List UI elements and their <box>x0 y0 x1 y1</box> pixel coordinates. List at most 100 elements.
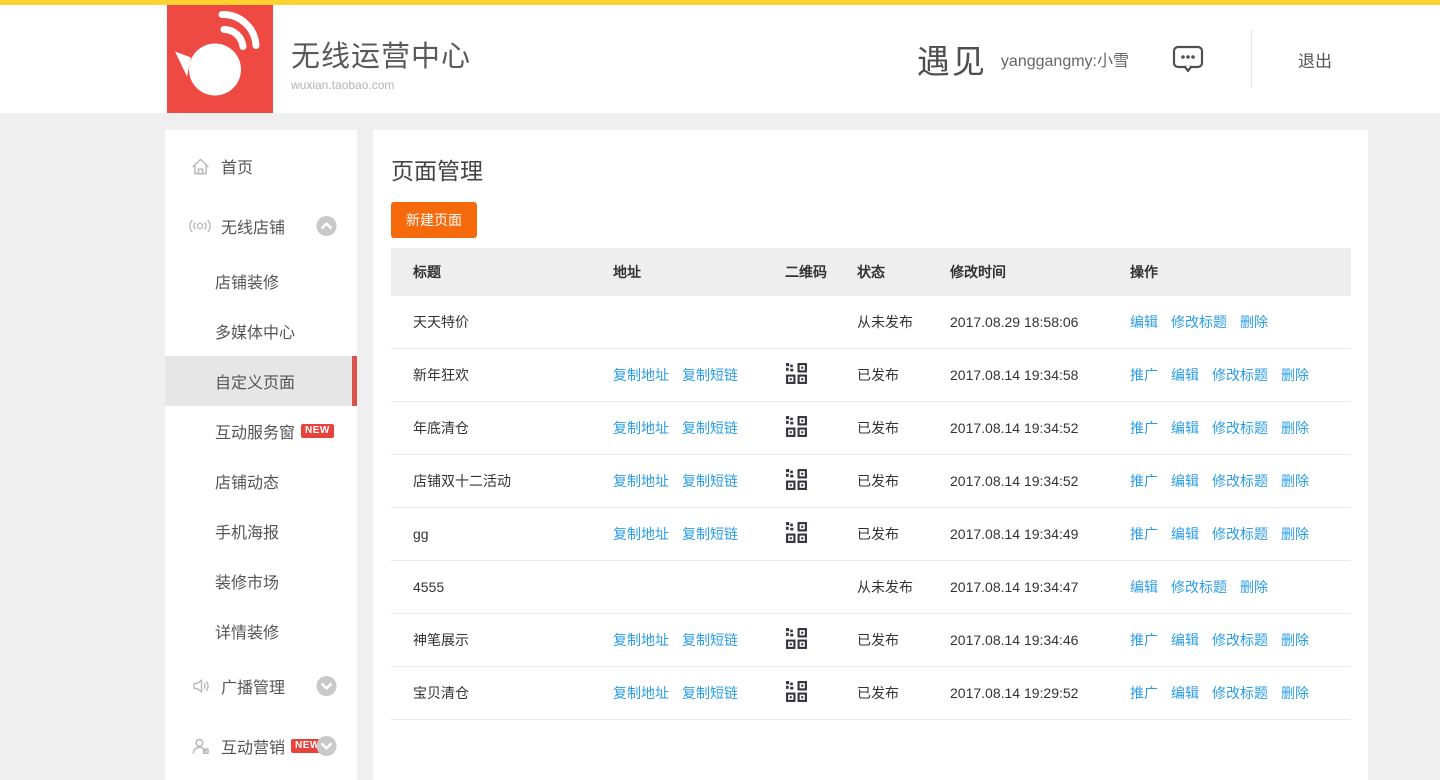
actions-cell: 推广编辑修改标题删除 <box>1130 683 1351 703</box>
copy-address-link[interactable]: 复制地址 <box>613 526 669 542</box>
copy-address-link[interactable]: 复制地址 <box>613 632 669 648</box>
modified-time-cell: 2017.08.14 19:34:52 <box>950 420 1130 436</box>
app-logo[interactable] <box>167 5 273 113</box>
qrcode-cell <box>785 362 857 388</box>
app-header: 无线运营中心 wuxian.taobao.com 遇见 yanggangmy:小… <box>0 5 1440 113</box>
edit-title-link[interactable]: 修改标题 <box>1212 473 1268 489</box>
actions-cell: 编辑修改标题删除 <box>1130 577 1351 597</box>
copy-address-link[interactable]: 复制地址 <box>613 685 669 701</box>
edit-title-link[interactable]: 修改标题 <box>1212 420 1268 436</box>
delete-link[interactable]: 删除 <box>1281 685 1309 701</box>
sidebar-item-media-center[interactable]: 多媒体中心 <box>165 306 357 356</box>
sidebar-item-label: 互动营销 <box>221 734 285 758</box>
edit-link[interactable]: 编辑 <box>1130 314 1158 330</box>
copy-shortlink-link[interactable]: 复制短链 <box>682 420 738 436</box>
user-icon <box>189 735 211 757</box>
modified-time-cell: 2017.08.14 19:29:52 <box>950 685 1130 701</box>
logout-button[interactable]: 退出 <box>1298 47 1332 72</box>
copy-shortlink-link[interactable]: 复制短链 <box>682 526 738 542</box>
column-header-qrcode: 二维码 <box>785 262 857 282</box>
sidebar-item-detail-decorate[interactable]: 详情装修 <box>165 606 357 656</box>
promote-link[interactable]: 推广 <box>1130 526 1158 542</box>
edit-title-link[interactable]: 修改标题 <box>1171 579 1227 595</box>
edit-link[interactable]: 编辑 <box>1171 632 1199 648</box>
edit-link[interactable]: 编辑 <box>1171 367 1199 383</box>
new-page-button[interactable]: 新建页面 <box>391 202 477 238</box>
delete-link[interactable]: 删除 <box>1281 420 1309 436</box>
copy-address-link[interactable]: 复制地址 <box>613 420 669 436</box>
copy-shortlink-link[interactable]: 复制短链 <box>682 473 738 489</box>
sidebar-item-service-window[interactable]: 互动服务窗NEW <box>165 406 357 456</box>
sidebar-item-mobile-poster[interactable]: 手机海报 <box>165 506 357 556</box>
sidebar-item-home[interactable]: 首页 <box>165 136 357 196</box>
page-title-cell: 新年狂欢 <box>391 365 613 385</box>
table-row: 4555从未发布2017.08.14 19:34:47编辑修改标题删除 <box>391 561 1351 614</box>
copy-shortlink-link[interactable]: 复制短链 <box>682 367 738 383</box>
edit-title-link[interactable]: 修改标题 <box>1212 685 1268 701</box>
edit-link[interactable]: 编辑 <box>1171 526 1199 542</box>
address-cell: 复制地址复制短链 <box>613 683 785 703</box>
edit-link[interactable]: 编辑 <box>1171 685 1199 701</box>
copy-shortlink-link[interactable]: 复制短链 <box>682 632 738 648</box>
edit-title-link[interactable]: 修改标题 <box>1212 632 1268 648</box>
edit-link[interactable]: 编辑 <box>1130 579 1158 595</box>
sidebar-item-broadcast-manage[interactable]: 广播管理 <box>165 656 357 716</box>
sidebar-item-shop-news[interactable]: 店铺动态 <box>165 456 357 506</box>
modified-time-cell: 2017.08.14 19:34:46 <box>950 632 1130 648</box>
username: yanggangmy:小雪 <box>1001 47 1129 71</box>
promote-link[interactable]: 推广 <box>1130 685 1158 701</box>
promote-link[interactable]: 推广 <box>1130 420 1158 436</box>
promote-link[interactable]: 推广 <box>1130 632 1158 648</box>
main-panel: 页面管理 新建页面 标题地址二维码状态修改时间操作 天天特价从未发布2017.0… <box>373 130 1368 780</box>
qr-code-icon[interactable] <box>785 362 808 388</box>
sidebar-item-wireless-shop[interactable]: 无线店铺 <box>165 196 357 256</box>
delete-link[interactable]: 删除 <box>1281 473 1309 489</box>
actions-cell: 编辑修改标题删除 <box>1130 312 1351 332</box>
status-cell: 已发布 <box>857 418 950 438</box>
sidebar-item-label: 店铺装修 <box>215 269 279 293</box>
delete-link[interactable]: 删除 <box>1281 367 1309 383</box>
copy-address-link[interactable]: 复制地址 <box>613 473 669 489</box>
chevron-down-icon[interactable] <box>316 676 337 697</box>
delete-link[interactable]: 删除 <box>1281 632 1309 648</box>
table-body: 天天特价从未发布2017.08.29 18:58:06编辑修改标题删除新年狂欢复… <box>391 296 1351 720</box>
modified-time-cell: 2017.08.14 19:34:49 <box>950 526 1130 542</box>
edit-link[interactable]: 编辑 <box>1171 473 1199 489</box>
sidebar-item-custom-pages[interactable]: 自定义页面 <box>165 356 357 406</box>
delete-link[interactable]: 删除 <box>1240 579 1268 595</box>
qr-code-icon[interactable] <box>785 680 808 706</box>
actions-cell: 推广编辑修改标题删除 <box>1130 365 1351 385</box>
page-table: 标题地址二维码状态修改时间操作 天天特价从未发布2017.08.29 18:58… <box>391 248 1351 720</box>
sidebar-item-interactive-marketing[interactable]: 互动营销NEW <box>165 716 357 776</box>
qr-code-icon[interactable] <box>785 521 808 547</box>
qrcode-cell <box>785 627 857 653</box>
sidebar-item-label: 广播管理 <box>221 674 285 698</box>
delete-link[interactable]: 删除 <box>1240 314 1268 330</box>
delete-link[interactable]: 删除 <box>1281 526 1309 542</box>
qr-code-icon[interactable] <box>785 415 808 441</box>
status-cell: 已发布 <box>857 471 950 491</box>
promote-link[interactable]: 推广 <box>1130 473 1158 489</box>
qr-code-icon[interactable] <box>785 627 808 653</box>
sidebar-item-label: 自定义页面 <box>215 369 295 393</box>
qr-code-icon[interactable] <box>785 468 808 494</box>
sidebar-item-shop-decorate[interactable]: 店铺装修 <box>165 256 357 306</box>
status-cell: 已发布 <box>857 683 950 703</box>
edit-title-link[interactable]: 修改标题 <box>1212 526 1268 542</box>
copy-shortlink-link[interactable]: 复制短链 <box>682 685 738 701</box>
chat-bubble-icon[interactable] <box>1171 44 1205 74</box>
copy-address-link[interactable]: 复制地址 <box>613 367 669 383</box>
qrcode-cell <box>785 415 857 441</box>
edit-title-link[interactable]: 修改标题 <box>1171 314 1227 330</box>
home-icon <box>189 155 211 177</box>
sidebar-item-decorate-market[interactable]: 装修市场 <box>165 556 357 606</box>
speech-bubble-wifi-icon <box>167 100 273 117</box>
edit-title-link[interactable]: 修改标题 <box>1212 367 1268 383</box>
edit-link[interactable]: 编辑 <box>1171 420 1199 436</box>
address-cell: 复制地址复制短链 <box>613 471 785 491</box>
chevron-down-icon[interactable] <box>316 736 337 757</box>
chevron-up-icon[interactable] <box>316 216 337 237</box>
promote-link[interactable]: 推广 <box>1130 367 1158 383</box>
table-row: 新年狂欢复制地址复制短链已发布2017.08.14 19:34:58推广编辑修改… <box>391 349 1351 402</box>
table-row: 神笔展示复制地址复制短链已发布2017.08.14 19:34:46推广编辑修改… <box>391 614 1351 667</box>
